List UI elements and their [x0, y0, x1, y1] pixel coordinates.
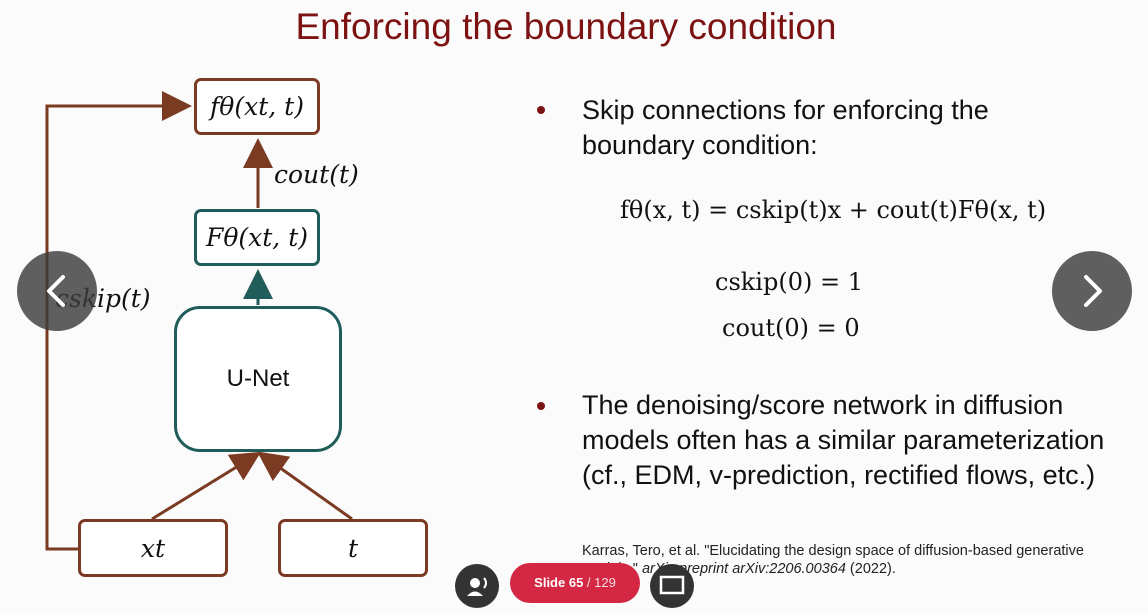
slide-number: Slide 65 — [534, 575, 584, 590]
screen-icon — [659, 575, 685, 595]
slide-total: / 129 — [586, 575, 616, 590]
t-box: t — [278, 519, 428, 577]
bullet-dot — [537, 402, 545, 410]
cout-equation: cout(0) = 0 — [722, 314, 860, 342]
t-to-unet-arrow — [257, 451, 353, 521]
bullet-text: Skip connections for enforcing the bound… — [582, 95, 989, 160]
main-equation: fθ(x, t) = cskip(t)x + cout(t)Fθ(x, t) — [620, 196, 1047, 224]
slide-counter: Slide 65 / 129 — [510, 563, 640, 603]
diagram-arrows — [45, 91, 353, 551]
bullet-text: The denoising/score network in diffusion… — [582, 390, 1105, 490]
F-theta-box: Fθ(xt, t) — [194, 209, 320, 266]
F-theta-label: Fθ(xt, t) — [206, 223, 308, 252]
xt-label: xt — [140, 533, 166, 563]
f-theta-label: fθ(xt, t) — [210, 92, 304, 121]
cskip-equation: cskip(0) = 1 — [715, 268, 863, 296]
audio-icon — [467, 577, 487, 596]
f-theta-box: fθ(xt, t) — [194, 78, 320, 135]
prev-slide-button[interactable] — [17, 251, 97, 331]
xt-to-unet-arrow — [151, 451, 262, 521]
chevron-left-icon — [47, 275, 65, 307]
xt-box: xt — [78, 519, 228, 577]
next-slide-button[interactable] — [1052, 251, 1132, 331]
bullet-dot — [537, 106, 545, 114]
citation-year: (2022). — [849, 561, 896, 577]
unet-label: U-Net — [226, 365, 290, 392]
chevron-right-icon — [1084, 275, 1102, 307]
unet-box: U-Net — [174, 306, 342, 452]
cout-label: cout(t) — [274, 160, 359, 189]
t-label: t — [347, 533, 359, 563]
fullscreen-button[interactable] — [650, 564, 694, 608]
audio-button[interactable] — [455, 564, 499, 608]
